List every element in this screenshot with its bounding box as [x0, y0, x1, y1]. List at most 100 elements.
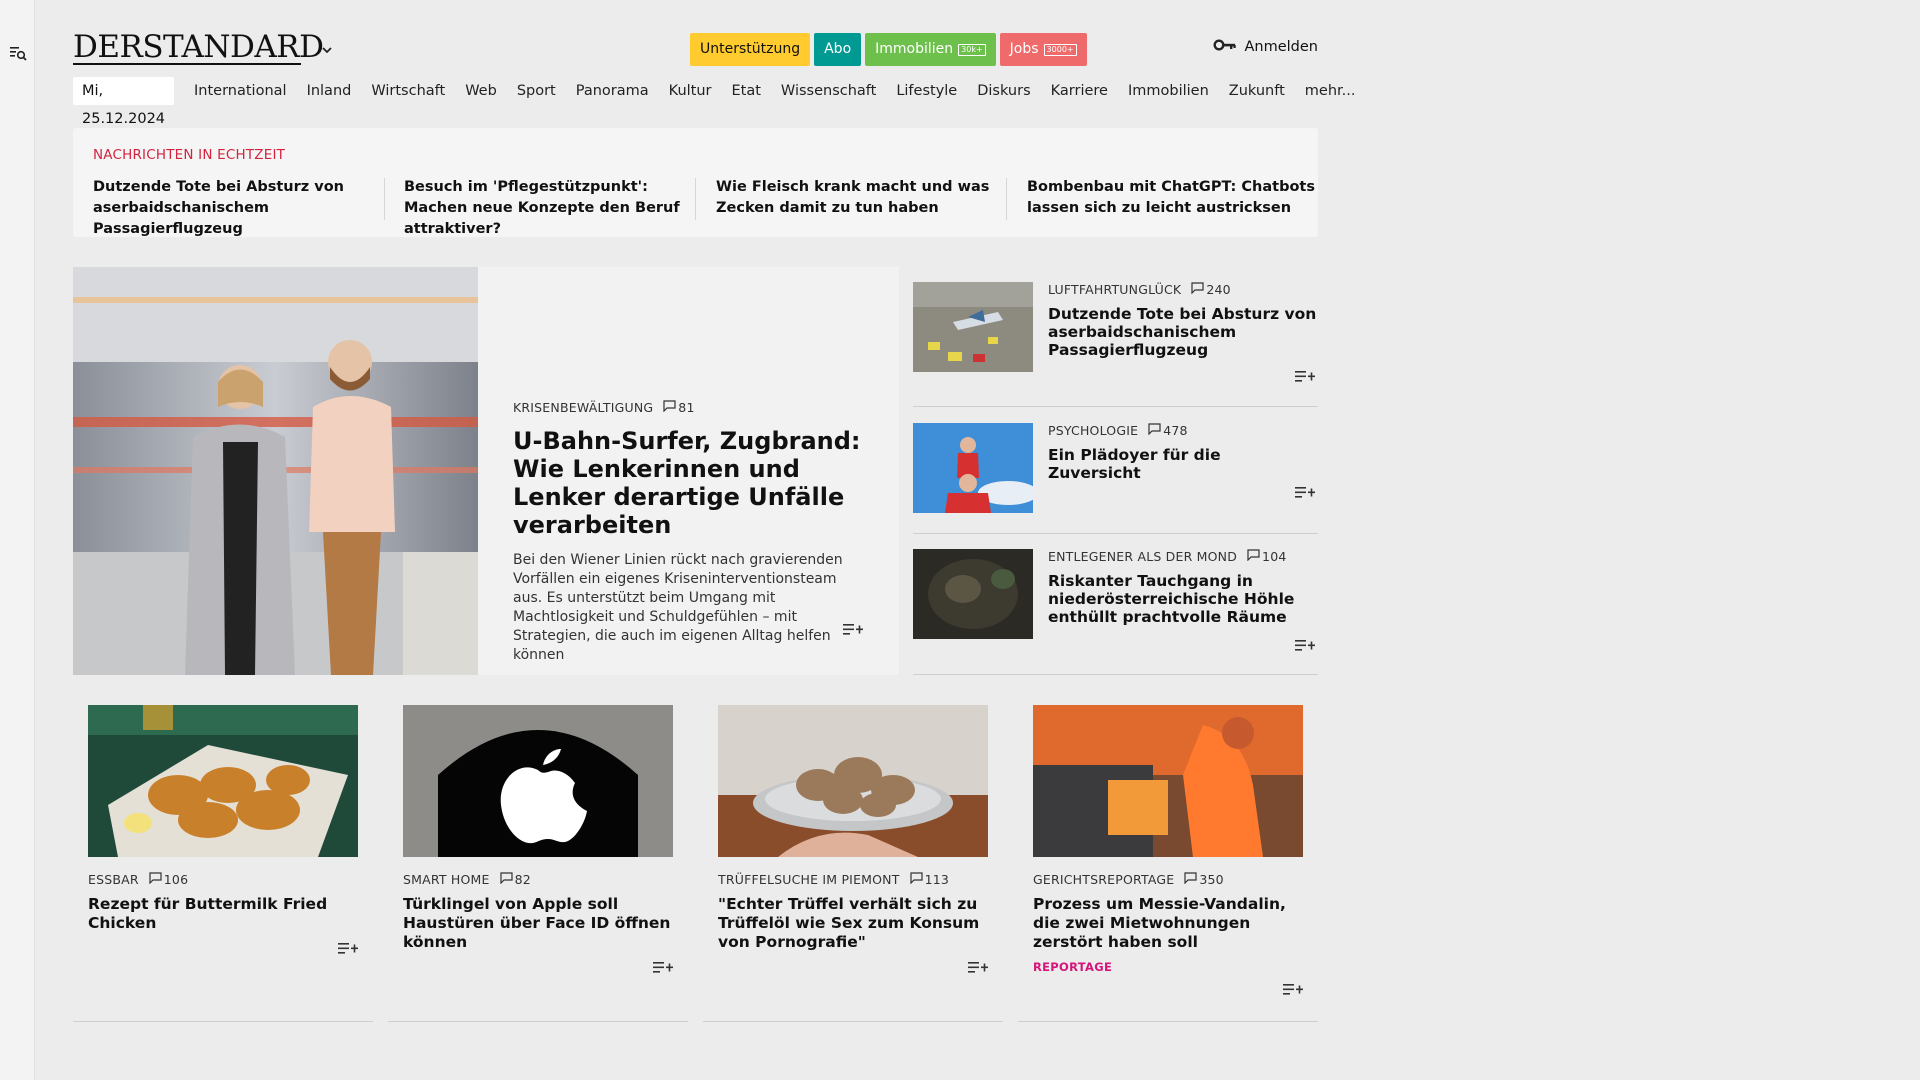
- nav-item-international[interactable]: International: [184, 77, 297, 105]
- add-to-list-icon[interactable]: [1295, 485, 1315, 501]
- site-logo[interactable]: DERSTANDARD: [73, 30, 324, 64]
- menu-search-icon[interactable]: [8, 43, 28, 63]
- divider: [1006, 178, 1007, 220]
- teaser-title[interactable]: Ein Plädoyer für die Zuversicht: [1048, 446, 1318, 482]
- hero-article[interactable]: KRISENBEWÄLTIGUNG 81 U-Bahn-Surfer, Zugb…: [73, 267, 899, 675]
- realtime-news-item[interactable]: Besuch im 'Pflegestützpunkt': Machen neu…: [404, 177, 694, 240]
- login-button[interactable]: Anmelden: [1212, 38, 1319, 56]
- article-kicker: TRÜFFELSUCHE IM PIEMONT 113: [718, 872, 988, 887]
- current-date: Mi, 25.12.2024: [73, 77, 175, 127]
- kicker-label: LUFTFAHRTUNGLÜCK: [1048, 282, 1182, 297]
- teaser-title[interactable]: Dutzende Tote bei Absturz von aserbaidsc…: [1048, 305, 1318, 359]
- comment-count: 113: [924, 872, 950, 887]
- card-title[interactable]: Rezept für Buttermilk Fried Chicken: [88, 895, 358, 933]
- divider: [913, 533, 1318, 534]
- teaser-text: LUFTFAHRTUNGLÜCK 240 Dutzende Tote bei A…: [1048, 282, 1318, 359]
- divider: [695, 178, 696, 220]
- article-card[interactable]: GERICHTSREPORTAGE 350 Prozess um Messie-…: [1033, 705, 1303, 995]
- comments-link[interactable]: 240: [1191, 282, 1231, 297]
- teaser-text: ENTLEGENER ALS DER MOND 104 Riskanter Ta…: [1048, 549, 1318, 626]
- article-card[interactable]: TRÜFFELSUCHE IM PIEMONT 113 "Echter Trüf…: [718, 705, 988, 973]
- nav-item-sport[interactable]: Sport: [507, 77, 566, 105]
- article-kicker: PSYCHOLOGIE 478: [1048, 423, 1318, 438]
- kicker-label: GERICHTSREPORTAGE: [1033, 872, 1175, 887]
- realtime-news-item[interactable]: Bombenbau mit ChatGPT: Chatbots lassen s…: [1027, 177, 1317, 219]
- card-title[interactable]: Prozess um Messie-Vandalin, die zwei Mie…: [1033, 895, 1303, 952]
- pill-immobilien[interactable]: Immobilien 30k+: [865, 33, 996, 66]
- teaser-image[interactable]: [913, 423, 1033, 513]
- card-image[interactable]: [403, 705, 673, 857]
- card-title[interactable]: "Echter Trüffel verhält sich zu Trüffelö…: [718, 895, 988, 952]
- add-to-list-icon[interactable]: [968, 960, 988, 976]
- add-to-list-icon[interactable]: [1283, 982, 1303, 998]
- nav-item-wirtschaft[interactable]: Wirtschaft: [361, 77, 455, 105]
- realtime-news-item[interactable]: Dutzende Tote bei Absturz von aser­baids…: [93, 177, 383, 240]
- left-sidebar: [0, 0, 35, 1080]
- logo-underline: [73, 63, 301, 65]
- comment-count: 82: [514, 872, 531, 887]
- pill-abo[interactable]: Abo: [814, 33, 862, 66]
- comments-link[interactable]: 478: [1148, 423, 1187, 438]
- nav-item-kultur[interactable]: Kultur: [659, 77, 722, 105]
- comment-count: 350: [1199, 872, 1224, 887]
- comment-icon: [499, 872, 513, 887]
- hero-title[interactable]: U-Bahn-Surfer, Zugbrand: Wie Lenkerinnen…: [513, 427, 868, 539]
- nav-item-wissenschaft[interactable]: Wissenschaft: [771, 77, 886, 105]
- card-image[interactable]: [88, 705, 358, 857]
- article-card[interactable]: ESSBAR 106 Rezept für Buttermilk Fried C…: [88, 705, 358, 954]
- login-label: Anmelden: [1244, 39, 1319, 55]
- comment-icon: [1184, 872, 1197, 887]
- nav-item-etat[interactable]: Etat: [722, 77, 771, 105]
- teaser-image[interactable]: [913, 282, 1033, 372]
- teaser-image[interactable]: [913, 549, 1033, 639]
- pill-label: Unterstützung: [700, 41, 801, 57]
- nav-item-panorama[interactable]: Panorama: [566, 77, 659, 105]
- side-teaser[interactable]: PSYCHOLOGIE 478 Ein Plädoyer für die Zuv…: [913, 423, 1318, 535]
- kicker-label: TRÜFFELSUCHE IM PIEMONT: [718, 872, 900, 887]
- article-kicker: SMART HOME 82: [403, 872, 673, 887]
- add-to-list-icon[interactable]: [338, 941, 358, 957]
- nav-item-zukunft[interactable]: Zukunft: [1219, 77, 1295, 105]
- comments-link[interactable]: 82: [499, 872, 531, 887]
- comment-count: 81: [678, 400, 695, 415]
- kicker-label: ENTLEGENER ALS DER MOND: [1048, 549, 1238, 564]
- comments-link[interactable]: 81: [663, 400, 694, 415]
- teaser-title[interactable]: Riskanter Tauchgang in niederös­terreich…: [1048, 572, 1318, 626]
- nav-item-mehr[interactable]: mehr...: [1295, 77, 1366, 105]
- divider: [913, 674, 1318, 675]
- add-to-list-icon[interactable]: [1295, 369, 1315, 385]
- add-to-list-icon[interactable]: [843, 622, 863, 638]
- comment-count: 104: [1262, 549, 1287, 564]
- add-to-list-icon[interactable]: [653, 960, 673, 976]
- nav-item-web[interactable]: Web: [455, 77, 507, 105]
- pill-badge: 30k+: [958, 43, 986, 56]
- divider: [388, 1021, 688, 1022]
- nav-item-karriere[interactable]: Karriere: [1041, 77, 1118, 105]
- card-image[interactable]: [1033, 705, 1303, 857]
- pill-jobs[interactable]: Jobs 3000+: [999, 33, 1087, 66]
- article-card[interactable]: SMART HOME 82 Türklingel von Apple soll …: [403, 705, 673, 973]
- card-image[interactable]: [718, 705, 988, 857]
- pill-label: Jobs: [1009, 41, 1039, 57]
- comments-link[interactable]: 113: [909, 872, 950, 887]
- comment-count: 106: [163, 872, 189, 887]
- chevron-down-icon[interactable]: [319, 42, 335, 58]
- kicker-label: ESSBAR: [88, 872, 139, 887]
- nav-item-inland[interactable]: Inland: [297, 77, 362, 105]
- comments-link[interactable]: 106: [149, 872, 188, 887]
- pill-unterstuetzung[interactable]: Unterstützung: [690, 33, 811, 66]
- card-title[interactable]: Türklingel von Apple soll Haustüren über…: [403, 895, 673, 952]
- hero-image[interactable]: [73, 267, 478, 675]
- divider: [1018, 1021, 1318, 1022]
- pill-label: Abo: [824, 41, 852, 57]
- side-teaser[interactable]: LUFTFAHRTUNGLÜCK 240 Dutzende Tote bei A…: [913, 282, 1318, 410]
- realtime-news-item[interactable]: Wie Fleisch krank macht und was Ze­cken …: [716, 177, 996, 219]
- nav-item-diskurs[interactable]: Diskurs: [967, 77, 1040, 105]
- nav-item-immobilien[interactable]: Immobilien: [1118, 77, 1219, 105]
- add-to-list-icon[interactable]: [1295, 638, 1315, 654]
- side-teaser[interactable]: ENTLEGENER ALS DER MOND 104 Riskanter Ta…: [913, 549, 1318, 675]
- nav-item-lifestyle[interactable]: Lifestyle: [886, 77, 967, 105]
- comments-link[interactable]: 350: [1184, 872, 1224, 887]
- comments-link[interactable]: 104: [1247, 549, 1286, 564]
- article-kicker: GERICHTSREPORTAGE 350: [1033, 872, 1303, 887]
